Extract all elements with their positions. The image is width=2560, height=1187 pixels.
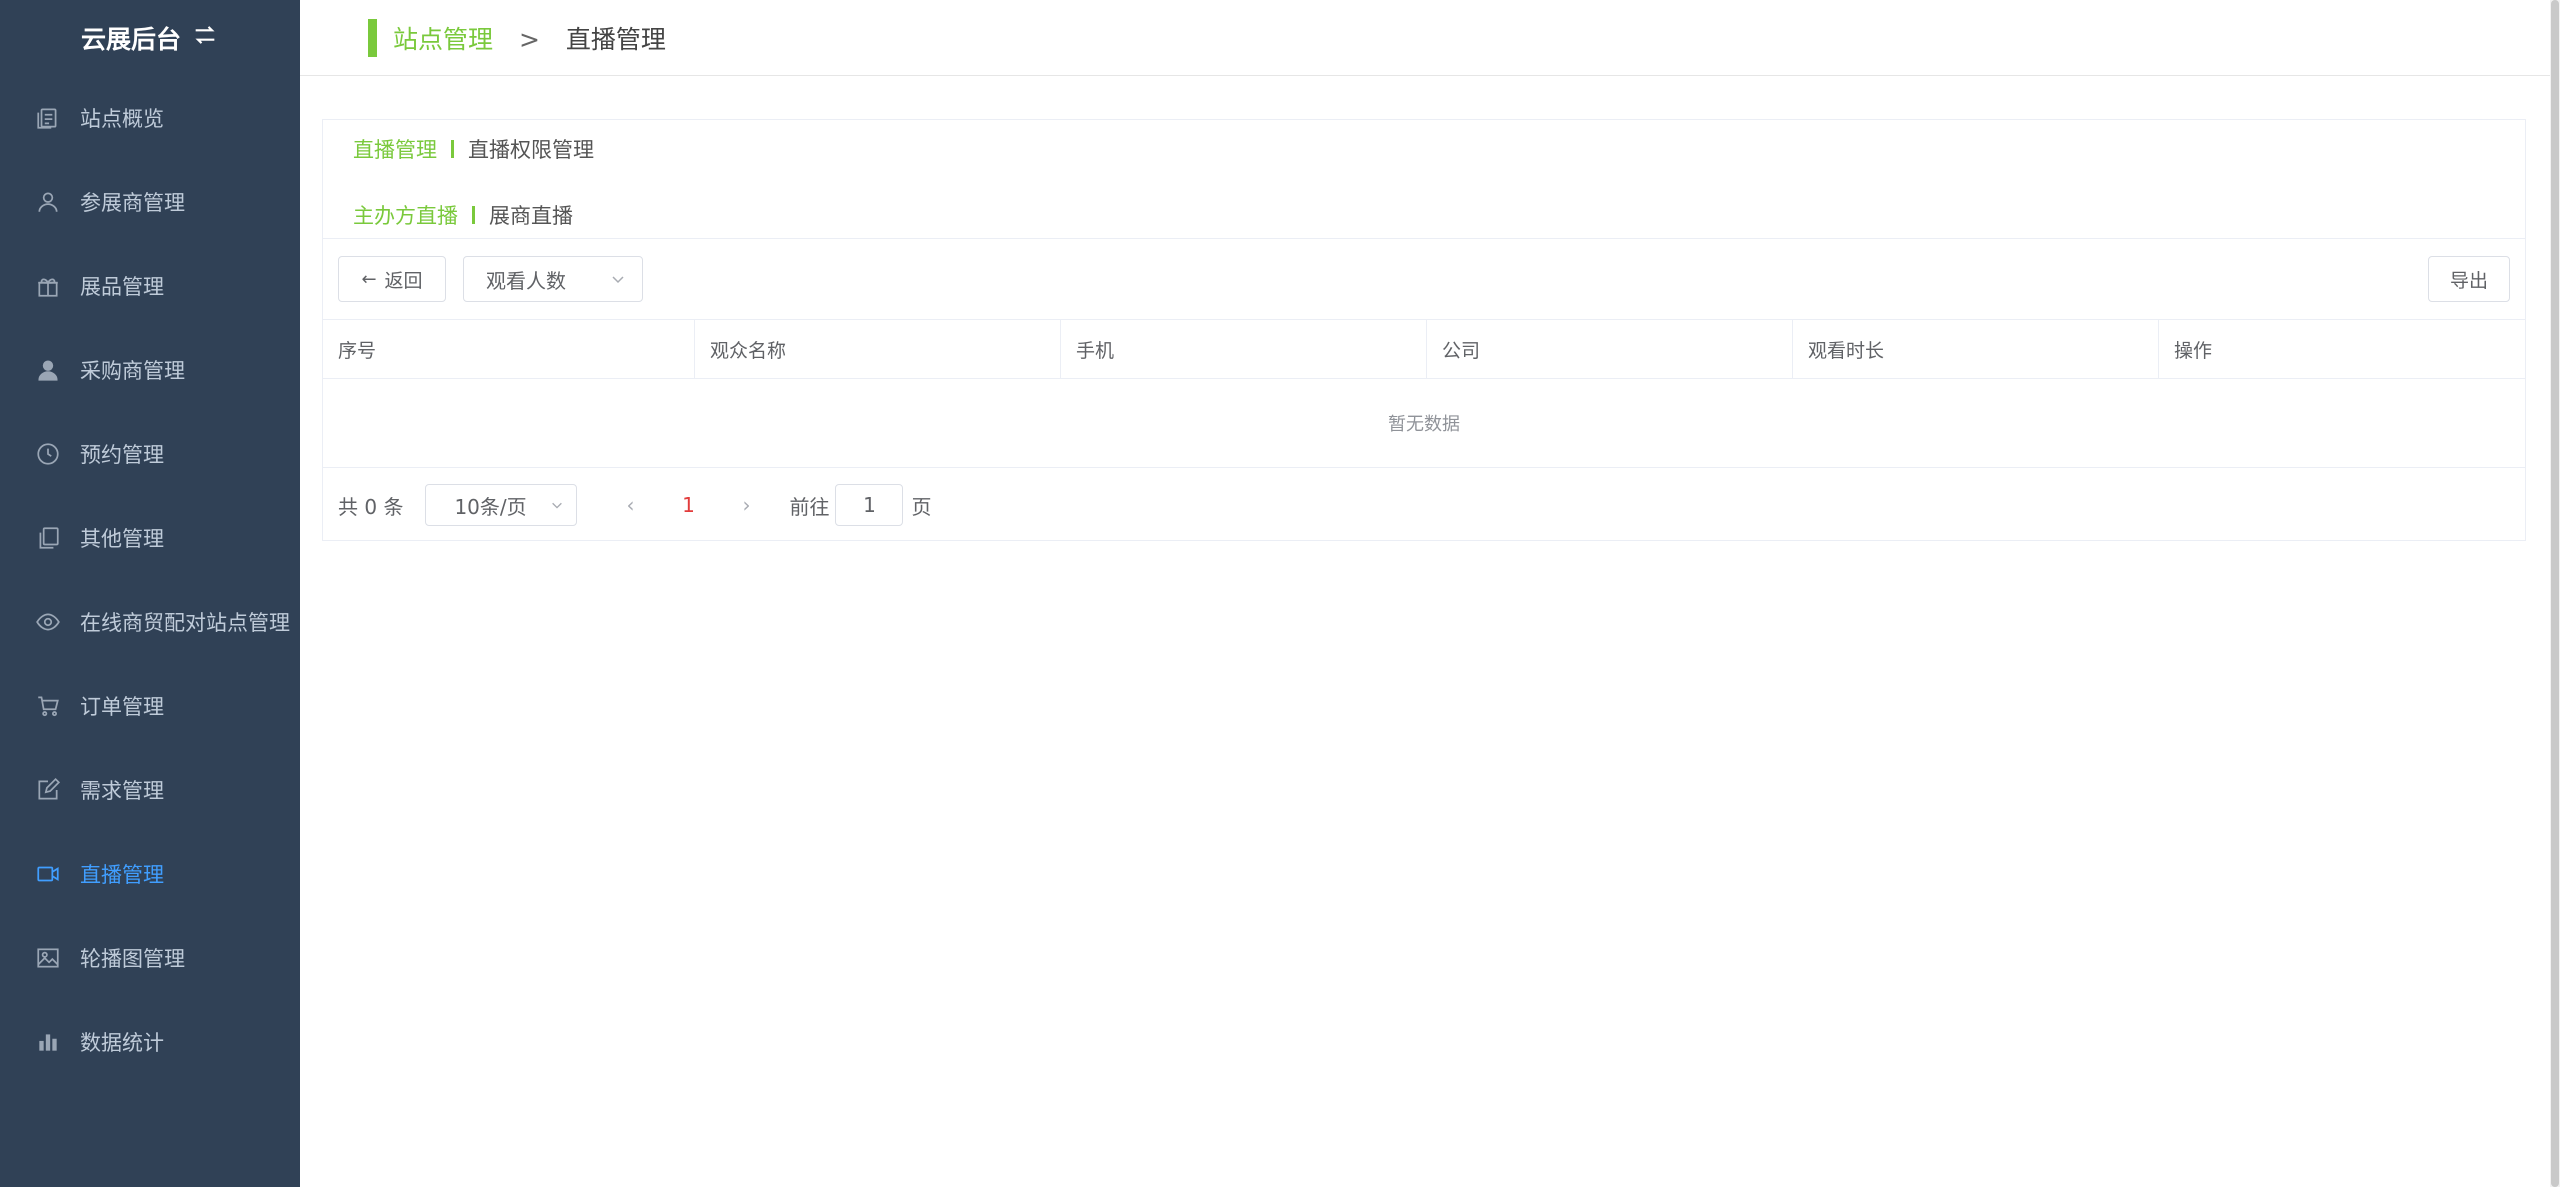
table-empty-text: 暂无数据 (323, 379, 2525, 468)
arrow-left-icon: ← (361, 268, 377, 290)
video-camera-icon (34, 860, 62, 888)
tab-live-management[interactable]: 直播管理 (353, 134, 437, 164)
back-button-label: 返回 (384, 269, 423, 292)
export-button[interactable]: 导出 (2428, 256, 2510, 302)
sidebar-item-label: 参展商管理 (80, 191, 185, 215)
copy-icon (34, 524, 62, 552)
edit-icon (34, 776, 62, 804)
column-header-viewer-name: 观众名称 (695, 320, 1061, 378)
sidebar-item-label: 轮播图管理 (80, 947, 185, 971)
sidebar-item-overview[interactable]: 站点概览 (0, 76, 300, 160)
picture-icon (34, 944, 62, 972)
chevron-down-icon (612, 276, 624, 284)
sidebar-item-orders[interactable]: 订单管理 (0, 664, 300, 748)
user-outline-icon (34, 188, 62, 216)
sidebar-item-statistics[interactable]: 数据统计 (0, 1000, 300, 1084)
audience-table: 序号 观众名称 手机 公司 观看时长 操作 暂无数据 (323, 319, 2525, 468)
breadcrumb: 站点管理 > 直播管理 (393, 20, 666, 56)
brand-title: 云展后台 (80, 25, 181, 54)
sidebar-item-label: 在线商贸配对站点管理 (80, 611, 290, 635)
sidebar-item-buyers[interactable]: 采购商管理 (0, 328, 300, 412)
tab-live-permission[interactable]: 直播权限管理 (468, 134, 594, 164)
sidebar-item-carousel[interactable]: 轮播图管理 (0, 916, 300, 1000)
sidebar-item-label: 展品管理 (80, 275, 164, 299)
sidebar-item-label: 采购商管理 (80, 359, 185, 383)
gift-icon (34, 272, 62, 300)
page-number-current[interactable]: 1 (659, 493, 717, 517)
sidebar-item-live[interactable]: 直播管理 (0, 832, 300, 916)
breadcrumb-separator: > (518, 24, 540, 54)
tab-exhibitor-live[interactable]: 展商直播 (489, 200, 573, 230)
page-size-value: 10条/页 (454, 494, 527, 519)
document-icon (34, 104, 62, 132)
next-page-icon[interactable]: › (717, 493, 775, 517)
sidebar-item-others[interactable]: 其他管理 (0, 496, 300, 580)
tab-divider (451, 140, 454, 158)
sidebar-item-label: 直播管理 (80, 863, 164, 887)
pagination: 共 0 条 10条/页 ‹ 1 › 前往 1 页 (338, 484, 931, 526)
page-suffix-label: 页 (911, 494, 932, 519)
column-header-actions: 操作 (2174, 339, 2213, 362)
sort-select-value: 观看人数 (486, 268, 566, 293)
back-button[interactable]: ← 返回 (338, 256, 446, 302)
sidebar-item-label: 订单管理 (80, 695, 164, 719)
breadcrumb-current: 直播管理 (565, 24, 666, 54)
sidebar-item-label: 预约管理 (80, 443, 164, 467)
sidebar-item-label: 站点概览 (80, 107, 164, 131)
sidebar-item-demands[interactable]: 需求管理 (0, 748, 300, 832)
page-size-select[interactable]: 10条/页 (425, 484, 578, 526)
column-header-watch-duration: 观看时长 (1793, 320, 2159, 378)
pagination-total: 共 0 条 (338, 494, 404, 519)
secondary-tabs: 主办方直播 展商直播 (353, 200, 573, 230)
sidebar-item-exhibitors[interactable]: 参展商管理 (0, 160, 300, 244)
sidebar-menu: 站点概览 参展商管理 展品管理 采购商管理 预约管理 其他管理 在线商贸配对站点… (0, 76, 300, 1084)
sidebar: 云展后台 站点概览 参展商管理 展品管理 采购商管理 预约管理 其他管理 在线商… (0, 0, 300, 1187)
sidebar-item-label: 数据统计 (80, 1031, 164, 1055)
clock-icon (34, 440, 62, 468)
column-header-index: 序号 (323, 320, 695, 378)
tab-organizer-live[interactable]: 主办方直播 (353, 200, 458, 230)
scrollbar-thumb[interactable] (2551, 0, 2559, 1187)
sidebar-item-appointments[interactable]: 预约管理 (0, 412, 300, 496)
primary-tabs: 直播管理 直播权限管理 (353, 134, 594, 164)
table-header: 序号 观众名称 手机 公司 观看时长 操作 (323, 319, 2525, 379)
sidebar-item-label: 其他管理 (80, 527, 164, 551)
bar-chart-icon (34, 1028, 62, 1056)
switch-icon[interactable] (191, 21, 219, 55)
breadcrumb-link-site[interactable]: 站点管理 (393, 25, 493, 54)
toolbar-divider (323, 238, 2525, 239)
eye-icon (34, 608, 62, 636)
brand: 云展后台 (0, 0, 300, 76)
tab-divider (472, 206, 475, 224)
prev-page-icon[interactable]: ‹ (601, 493, 659, 517)
cart-icon (34, 692, 62, 720)
main-card: 直播管理 直播权限管理 主办方直播 展商直播 ← 返回 观看人数 导出 序号 观… (322, 119, 2526, 541)
sidebar-item-label: 需求管理 (80, 779, 164, 803)
sidebar-item-matching[interactable]: 在线商贸配对站点管理 (0, 580, 300, 664)
header-accent-bar (368, 18, 377, 57)
user-solid-icon (34, 356, 62, 384)
scrollbar-track[interactable] (2550, 0, 2560, 1187)
sidebar-item-products[interactable]: 展品管理 (0, 244, 300, 328)
top-header: 站点管理 > 直播管理 (300, 0, 2560, 76)
column-header-phone: 手机 (1061, 320, 1427, 378)
chevron-down-icon (552, 502, 563, 509)
goto-page-input[interactable]: 1 (835, 484, 904, 526)
column-header-company: 公司 (1427, 320, 1793, 378)
sort-select[interactable]: 观看人数 (463, 256, 643, 302)
export-button-label: 导出 (2449, 269, 2488, 292)
goto-label: 前往 (789, 494, 830, 519)
